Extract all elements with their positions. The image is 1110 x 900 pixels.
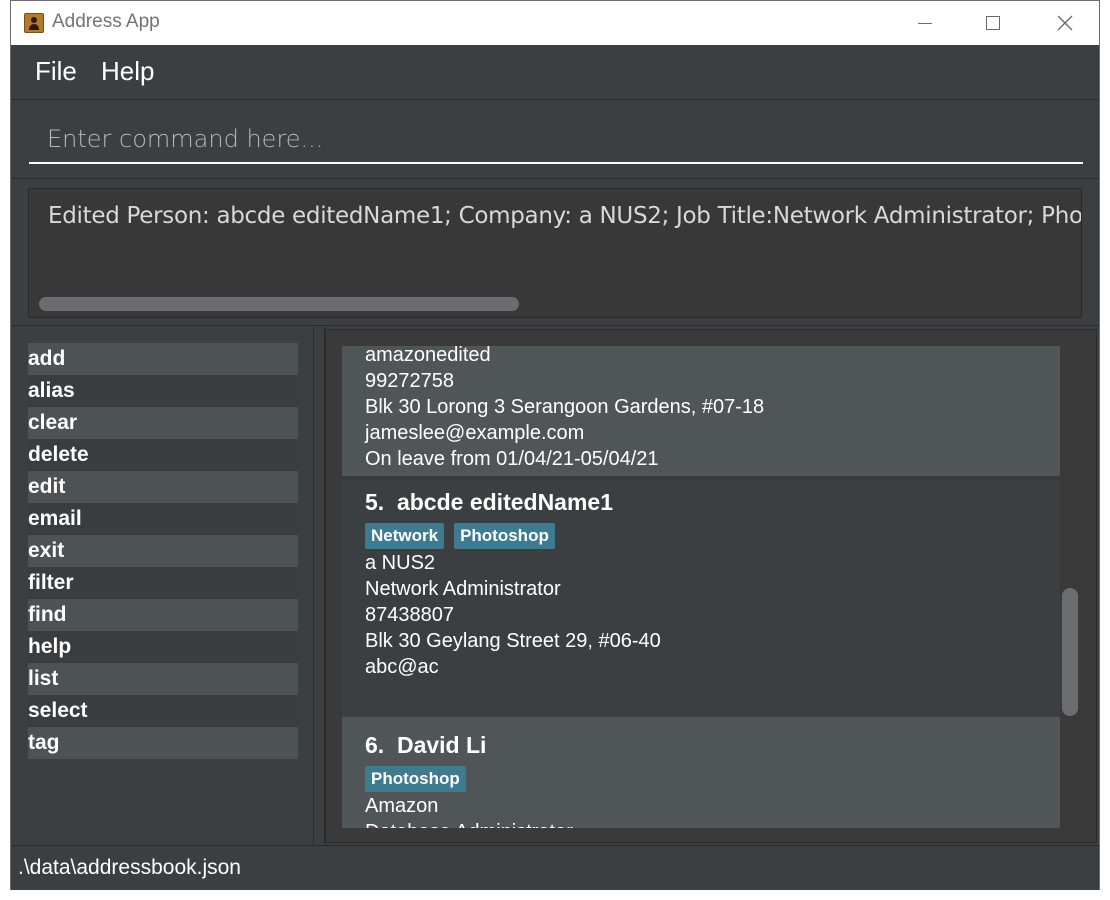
command-list: add alias clear delete edit email exit f… bbox=[28, 343, 298, 759]
person-email: jameslee@example.com bbox=[365, 422, 585, 444]
window-title: Address App bbox=[52, 11, 160, 32]
result-display-panel: Edited Person: abcde editedName1; Compan… bbox=[11, 178, 1099, 326]
maximize-icon bbox=[986, 16, 1000, 30]
command-item-filter[interactable]: filter bbox=[28, 567, 298, 599]
person-name: 5. abcde editedName1 bbox=[365, 489, 613, 515]
command-item-delete[interactable]: delete bbox=[28, 439, 298, 471]
command-item-email[interactable]: email bbox=[28, 503, 298, 535]
split-pane-divider[interactable] bbox=[313, 327, 325, 845]
person-card[interactable]: amazonedited 99272758 Blk 30 Lorong 3 Se… bbox=[342, 346, 1060, 476]
status-bar: .\data\addressbook.json bbox=[11, 845, 1099, 890]
command-item-alias[interactable]: alias bbox=[28, 375, 298, 407]
result-display[interactable]: Edited Person: abcde editedName1; Compan… bbox=[28, 188, 1082, 318]
person-job-title: Network Administrator bbox=[365, 578, 561, 600]
command-item-add[interactable]: add bbox=[28, 343, 298, 375]
maximize-button[interactable] bbox=[963, 1, 1023, 45]
person-address: Blk 30 Geylang Street 29, #06-40 bbox=[365, 630, 661, 652]
save-location-path: .\data\addressbook.json bbox=[18, 856, 241, 879]
person-tags: Photoshop bbox=[365, 765, 1060, 793]
menu-bar: File Help bbox=[11, 45, 1099, 100]
person-tags: Network Photoshop bbox=[365, 522, 1060, 550]
person-phone: 99272758 bbox=[365, 370, 454, 392]
command-item-select[interactable]: select bbox=[28, 695, 298, 727]
person-email: abc@ac bbox=[365, 656, 439, 678]
minimize-icon bbox=[918, 22, 932, 24]
tag-label: Photoshop bbox=[454, 523, 555, 549]
command-box bbox=[11, 100, 1099, 176]
person-company: a NUS2 bbox=[365, 552, 436, 574]
app-window: Address App File Help Edited Person: abc… bbox=[10, 0, 1100, 890]
person-company: Amazon bbox=[365, 795, 439, 817]
close-icon bbox=[1057, 15, 1073, 31]
command-item-find[interactable]: find bbox=[28, 599, 298, 631]
menu-file[interactable]: File bbox=[35, 56, 77, 87]
command-item-help[interactable]: help bbox=[28, 631, 298, 663]
result-text: Edited Person: abcde editedName1; Compan… bbox=[48, 203, 1082, 229]
command-item-edit[interactable]: edit bbox=[28, 471, 298, 503]
address-book-icon bbox=[24, 13, 44, 33]
tag-label: Photoshop bbox=[365, 766, 466, 792]
person-list-panel: amazonedited 99272758 Blk 30 Lorong 3 Se… bbox=[325, 329, 1097, 843]
command-item-exit[interactable]: exit bbox=[28, 535, 298, 567]
person-leave: On leave from 01/04/21-05/04/21 bbox=[365, 448, 659, 470]
title-bar[interactable]: Address App bbox=[11, 1, 1099, 45]
tag-label: Network bbox=[365, 523, 445, 549]
person-card[interactable]: 5. abcde editedName1 Network Photoshop a… bbox=[342, 480, 1060, 717]
command-input[interactable] bbox=[29, 116, 1083, 164]
person-job-title: Database Administrator bbox=[365, 819, 1060, 828]
person-company: amazonedited bbox=[365, 346, 491, 366]
person-name: 6. David Li bbox=[365, 732, 487, 758]
person-card[interactable]: 6. David Li Photoshop Amazon Database Ad… bbox=[342, 717, 1060, 828]
person-list-vertical-scrollbar[interactable] bbox=[1062, 588, 1078, 716]
close-button[interactable] bbox=[1035, 1, 1095, 45]
menu-help[interactable]: Help bbox=[101, 56, 154, 87]
person-phone: 87438807 bbox=[365, 604, 454, 626]
person-address: Blk 30 Lorong 3 Serangoon Gardens, #07-1… bbox=[365, 396, 765, 418]
result-horizontal-scrollbar[interactable] bbox=[39, 297, 519, 311]
command-item-list[interactable]: list bbox=[28, 663, 298, 695]
minimize-button[interactable] bbox=[895, 1, 955, 45]
command-list-panel: add alias clear delete edit email exit f… bbox=[11, 327, 313, 845]
person-list: amazonedited 99272758 Blk 30 Lorong 3 Se… bbox=[342, 346, 1060, 828]
command-item-tag[interactable]: tag bbox=[28, 727, 298, 759]
command-item-clear[interactable]: clear bbox=[28, 407, 298, 439]
